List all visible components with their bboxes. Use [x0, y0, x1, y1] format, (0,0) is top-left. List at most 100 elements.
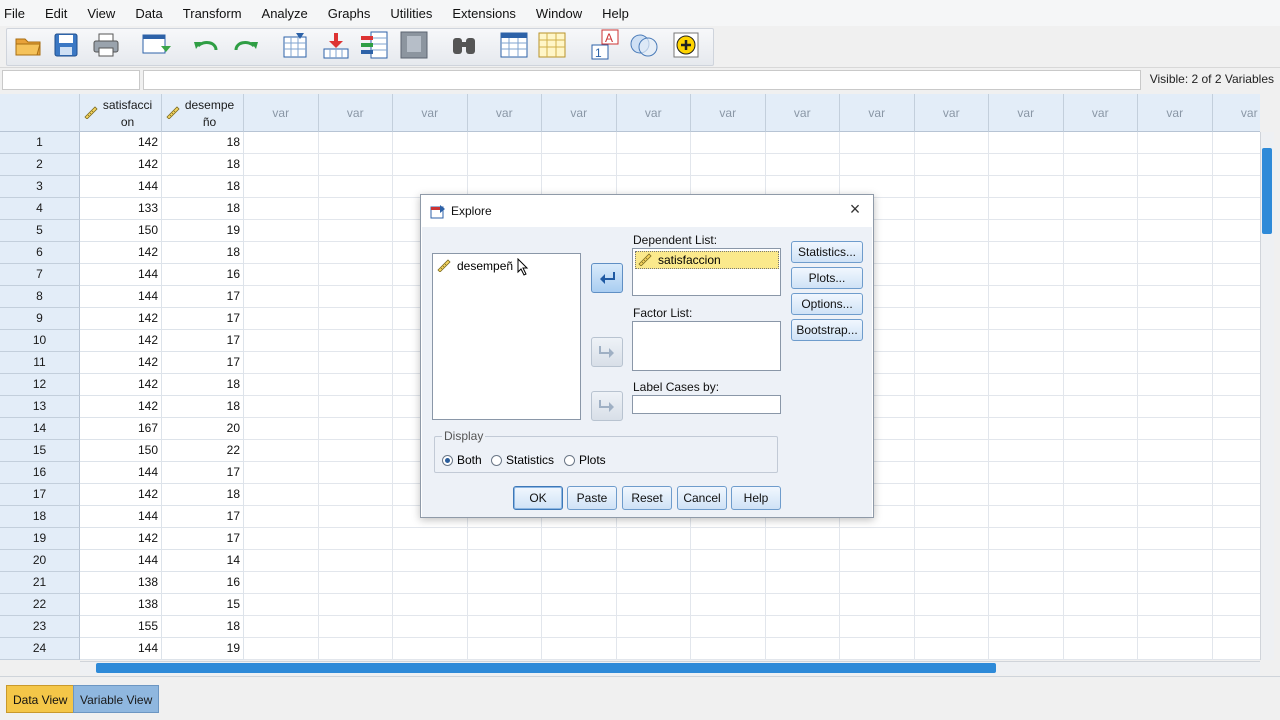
- empty-cell[interactable]: [1212, 440, 1260, 462]
- empty-cell[interactable]: [244, 528, 319, 550]
- table-cell[interactable]: 144: [80, 506, 162, 528]
- table-cell[interactable]: 142: [80, 396, 162, 418]
- empty-cell[interactable]: [914, 528, 989, 550]
- empty-cell[interactable]: [244, 154, 319, 176]
- recall-dialog-icon[interactable]: [140, 30, 172, 60]
- empty-cell[interactable]: [1138, 418, 1213, 440]
- empty-cell[interactable]: [1212, 308, 1260, 330]
- empty-cell[interactable]: [1212, 616, 1260, 638]
- empty-cell[interactable]: [989, 176, 1064, 198]
- empty-cell[interactable]: [914, 396, 989, 418]
- column-header-satisfaccion[interactable]: satisfacci on: [80, 94, 162, 132]
- empty-cell[interactable]: [318, 418, 393, 440]
- factor-list[interactable]: [632, 321, 781, 371]
- empty-cell[interactable]: [914, 286, 989, 308]
- row-header[interactable]: 9: [0, 308, 80, 330]
- table-cell[interactable]: 18: [162, 374, 244, 396]
- empty-cell[interactable]: [691, 594, 766, 616]
- empty-cell[interactable]: [393, 132, 468, 154]
- empty-cell[interactable]: [467, 616, 542, 638]
- paste-button[interactable]: Paste: [567, 486, 617, 510]
- empty-cell[interactable]: [1212, 220, 1260, 242]
- empty-cell[interactable]: [691, 154, 766, 176]
- empty-cell[interactable]: [989, 462, 1064, 484]
- radio-statistics[interactable]: Statistics: [491, 453, 554, 467]
- empty-cell[interactable]: [989, 198, 1064, 220]
- table-cell[interactable]: 14: [162, 550, 244, 572]
- empty-cell[interactable]: [1212, 484, 1260, 506]
- column-header-empty[interactable]: var: [765, 94, 840, 132]
- empty-cell[interactable]: [393, 638, 468, 660]
- table-cell[interactable]: 150: [80, 220, 162, 242]
- empty-cell[interactable]: [1212, 528, 1260, 550]
- row-header[interactable]: 7: [0, 264, 80, 286]
- empty-cell[interactable]: [467, 638, 542, 660]
- empty-cell[interactable]: [989, 638, 1064, 660]
- empty-cell[interactable]: [989, 440, 1064, 462]
- empty-cell[interactable]: [467, 154, 542, 176]
- empty-cell[interactable]: [318, 132, 393, 154]
- table-cell[interactable]: 144: [80, 462, 162, 484]
- empty-cell[interactable]: [1212, 462, 1260, 484]
- empty-cell[interactable]: [765, 616, 840, 638]
- row-header[interactable]: 15: [0, 440, 80, 462]
- empty-cell[interactable]: [1063, 550, 1138, 572]
- empty-cell[interactable]: [318, 484, 393, 506]
- empty-cell[interactable]: [1063, 374, 1138, 396]
- column-header-empty[interactable]: var: [1138, 94, 1213, 132]
- empty-cell[interactable]: [914, 550, 989, 572]
- empty-cell[interactable]: [1138, 506, 1213, 528]
- menu-analyze[interactable]: Analyze: [262, 6, 318, 21]
- empty-cell[interactable]: [914, 572, 989, 594]
- empty-cell[interactable]: [616, 154, 691, 176]
- column-header-empty[interactable]: var: [914, 94, 989, 132]
- move-to-dependent-button[interactable]: [591, 263, 623, 293]
- empty-cell[interactable]: [1212, 286, 1260, 308]
- empty-cell[interactable]: [616, 132, 691, 154]
- empty-cell[interactable]: [914, 198, 989, 220]
- row-header[interactable]: 23: [0, 616, 80, 638]
- empty-cell[interactable]: [1138, 242, 1213, 264]
- empty-cell[interactable]: [318, 506, 393, 528]
- empty-cell[interactable]: [616, 594, 691, 616]
- empty-cell[interactable]: [914, 154, 989, 176]
- empty-cell[interactable]: [765, 572, 840, 594]
- empty-cell[interactable]: [393, 154, 468, 176]
- cell-value-field[interactable]: [143, 70, 1141, 90]
- empty-cell[interactable]: [765, 528, 840, 550]
- menu-edit[interactable]: Edit: [45, 6, 77, 21]
- empty-cell[interactable]: [1138, 220, 1213, 242]
- empty-cell[interactable]: [1212, 594, 1260, 616]
- table-cell[interactable]: 17: [162, 330, 244, 352]
- empty-cell[interactable]: [1063, 352, 1138, 374]
- table-cell[interactable]: 142: [80, 484, 162, 506]
- empty-cell[interactable]: [244, 264, 319, 286]
- empty-cell[interactable]: [318, 308, 393, 330]
- empty-cell[interactable]: [244, 594, 319, 616]
- row-header[interactable]: 20: [0, 550, 80, 572]
- row-header[interactable]: 16: [0, 462, 80, 484]
- column-header-empty[interactable]: var: [989, 94, 1064, 132]
- empty-cell[interactable]: [914, 484, 989, 506]
- empty-cell[interactable]: [318, 176, 393, 198]
- row-header[interactable]: 13: [0, 396, 80, 418]
- empty-cell[interactable]: [393, 550, 468, 572]
- empty-cell[interactable]: [244, 396, 319, 418]
- empty-cell[interactable]: [1212, 374, 1260, 396]
- empty-cell[interactable]: [542, 528, 617, 550]
- column-header-empty[interactable]: var: [840, 94, 915, 132]
- row-header[interactable]: 3: [0, 176, 80, 198]
- table-cell[interactable]: 15: [162, 594, 244, 616]
- empty-cell[interactable]: [467, 550, 542, 572]
- empty-cell[interactable]: [1212, 572, 1260, 594]
- empty-cell[interactable]: [1138, 440, 1213, 462]
- column-header-empty[interactable]: var: [691, 94, 766, 132]
- table-cell[interactable]: 142: [80, 330, 162, 352]
- table-cell[interactable]: 17: [162, 308, 244, 330]
- empty-cell[interactable]: [244, 374, 319, 396]
- empty-cell[interactable]: [1063, 528, 1138, 550]
- empty-cell[interactable]: [318, 286, 393, 308]
- empty-cell[interactable]: [1212, 132, 1260, 154]
- empty-cell[interactable]: [914, 462, 989, 484]
- tab-variable-view[interactable]: Variable View: [73, 685, 160, 713]
